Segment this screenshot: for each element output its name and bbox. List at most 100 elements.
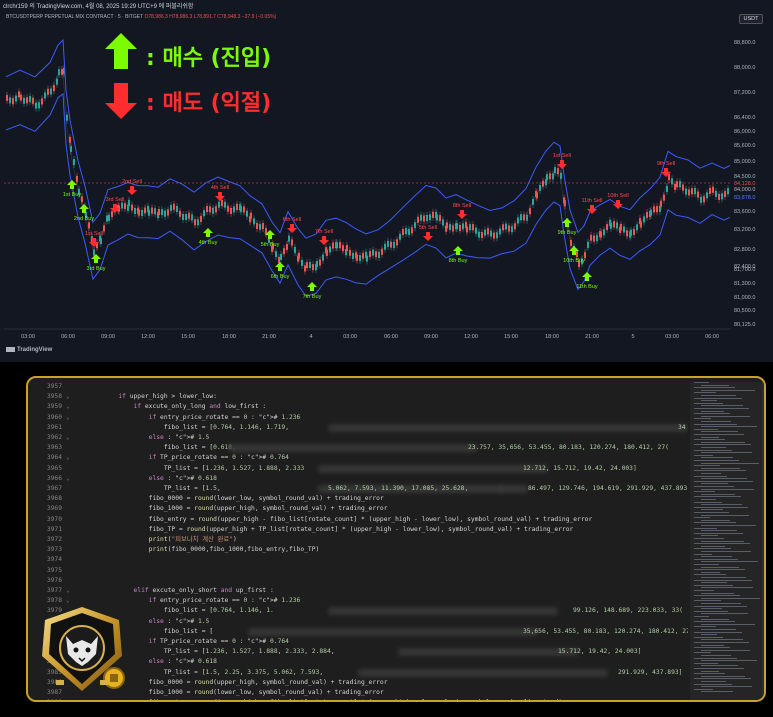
code-editor: 3957 3958 ⌄ if upper_high > lower_low: 3959… <box>26 376 766 702</box>
code-line[interactable]: 3964 ⌄ if TP_price_rotate == 0 : "c"># 0.… <box>28 453 688 463</box>
minimap-line <box>701 436 719 438</box>
down-arrow-icon <box>105 83 137 119</box>
minimap-line <box>694 631 742 633</box>
code-line[interactable]: 3973 print(fibo_0000,fibo_1000,fibo_entr… <box>28 545 688 555</box>
minimap-line <box>694 584 733 586</box>
tv-logo-icon <box>6 347 15 352</box>
scrollbar[interactable] <box>762 382 764 700</box>
tradingview-chart-panel: 88,800.0 88,000.0 87,200.0 86,400.0 86,000.0… <box>0 0 773 362</box>
code-line[interactable]: 3974 <box>28 555 688 565</box>
minimap-line <box>694 548 731 550</box>
minimap-line <box>694 538 724 539</box>
y-axis-label: 88,000.0 <box>734 65 755 71</box>
x-axis-label: 09:00 <box>101 334 115 340</box>
x-axis-label: 06:00 <box>705 334 719 340</box>
minimap-line <box>701 660 757 662</box>
minimap-line <box>694 579 752 581</box>
y-axis-label: 82,800.0 <box>734 247 755 253</box>
minimap-line <box>701 457 733 459</box>
minimap-line <box>694 449 732 451</box>
sell-signal-label: 9th Sell <box>657 161 675 167</box>
minimap-line <box>701 655 731 656</box>
code-line[interactable]: 3968 fibo_0000 = round(lower_low, symbol… <box>28 494 688 504</box>
code-line[interactable]: 3976 <box>28 576 688 586</box>
fold-chevron-icon[interactable]: ⌄ <box>66 586 70 596</box>
fold-chevron-icon[interactable]: ⌄ <box>66 392 70 402</box>
buy-signal-label: 7th Buy <box>303 294 322 300</box>
line-number: 3960 <box>46 413 62 421</box>
minimap-line <box>694 626 716 628</box>
minimap-line <box>701 509 723 511</box>
minimap-line <box>701 421 731 422</box>
minimap-line <box>701 545 725 547</box>
y-axis-label: 81,300.0 <box>734 281 755 287</box>
code-text: if upper_high > lower_low: <box>118 393 217 401</box>
code-text: if TP_price_rotate == 0 : "c"># 0.764 <box>148 454 289 462</box>
code-line[interactable]: 3988 fibo_entry = round(upper_high - fib… <box>28 698 688 700</box>
minimap-line <box>701 467 740 469</box>
minimap-line <box>701 426 757 428</box>
minimap-line <box>694 558 738 560</box>
x-axis-label: 06:00 <box>384 334 398 340</box>
x-axis-label: 03:00 <box>665 334 679 340</box>
code-line[interactable]: 3960 ⌄ if entry_price_rotate == 0 : "c">#… <box>28 413 688 423</box>
buy-signal-label: 9th Buy <box>558 230 577 236</box>
y-axis-label: 84,000.0 <box>734 187 755 193</box>
line-number: 3966 <box>46 474 62 482</box>
code-line[interactable]: 3958 ⌄ if upper_high > lower_low: <box>28 392 688 402</box>
fold-chevron-icon[interactable]: ⌄ <box>66 413 70 423</box>
code-line[interactable]: 3962 ⌄ else : "c"># 1.5 <box>28 433 688 443</box>
code-line[interactable]: 3975 <box>28 566 688 576</box>
fold-chevron-icon[interactable]: ⌄ <box>66 453 70 463</box>
line-number: 3958 <box>46 393 62 401</box>
code-line[interactable]: 3972 print("피보나치 계산 완료") <box>28 535 688 545</box>
minimap-line <box>701 603 741 604</box>
minimap-line <box>701 561 758 563</box>
code-text: fibo_0000 = round(upper_high, symbol_rou… <box>88 678 388 686</box>
minimap-line <box>701 556 732 558</box>
minimap-line <box>694 512 729 513</box>
buy-signal-label: 4th Buy <box>199 240 218 246</box>
minimap-line <box>701 665 738 667</box>
code-trailing-values: 34 <box>678 423 686 431</box>
sell-signal-label: 5th Sell <box>419 225 437 231</box>
minimap-line <box>694 532 743 534</box>
minimap-line <box>694 423 737 425</box>
code-line[interactable]: 3966 ⌄ else : "c"># 0.618 <box>28 474 688 484</box>
code-line[interactable]: 3959 ⌄ if excute_only_long and low_first … <box>28 402 688 412</box>
y-axis-label: 83,200.0 <box>734 227 755 233</box>
minimap-line <box>701 618 729 620</box>
buy-signal-label: 11th Buy <box>576 284 598 290</box>
minimap[interactable] <box>690 382 764 700</box>
fold-chevron-icon[interactable]: ⌄ <box>66 433 70 443</box>
legend-sell-label: : 매도 (익절) <box>146 91 272 116</box>
sell-signal-label: 3rd Sell <box>106 197 125 203</box>
code-line[interactable]: 3969 fibo_1000 = round(upper_high, symbo… <box>28 504 688 514</box>
minimap-line <box>694 428 718 430</box>
sell-signal-label: 6th Sell <box>283 217 301 223</box>
code-text: else : "c"># 1.5 <box>148 434 210 441</box>
code-line[interactable]: 3970 fibo_entry = round(upper_high - fib… <box>28 515 688 525</box>
sell-signal-label: 1st Sell <box>85 231 103 237</box>
line-number: 3977 <box>46 587 62 594</box>
code-line[interactable]: 3971 fibo_TP = round(upper_high + TP_lis… <box>28 525 688 535</box>
y-axis-label: 85,000.0 <box>734 159 755 165</box>
minimap-line <box>701 639 743 641</box>
code-line[interactable]: 3957 <box>28 382 688 392</box>
minimap-line <box>701 452 752 454</box>
minimap-line <box>694 480 753 482</box>
currency-badge[interactable]: USDT <box>739 14 763 24</box>
sell-signal-label: 10th Sell <box>607 193 628 199</box>
minimap-line <box>701 597 760 599</box>
line-number: 3975 <box>46 566 62 574</box>
minimap-line <box>694 642 749 643</box>
fold-chevron-icon[interactable]: ⌄ <box>66 402 70 412</box>
tradingview-logo: TradingView <box>6 347 52 353</box>
minimap-line <box>694 392 716 394</box>
minimap-line <box>694 574 726 576</box>
code-line[interactable]: 3977 ⌄ elif excute_only_short and up_firs… <box>28 586 688 596</box>
x-axis-label: 06:00 <box>61 334 75 340</box>
fold-chevron-icon[interactable]: ⌄ <box>66 474 70 484</box>
y-axis-label: 88,800.0 <box>734 40 755 46</box>
minimap-line <box>694 683 732 685</box>
